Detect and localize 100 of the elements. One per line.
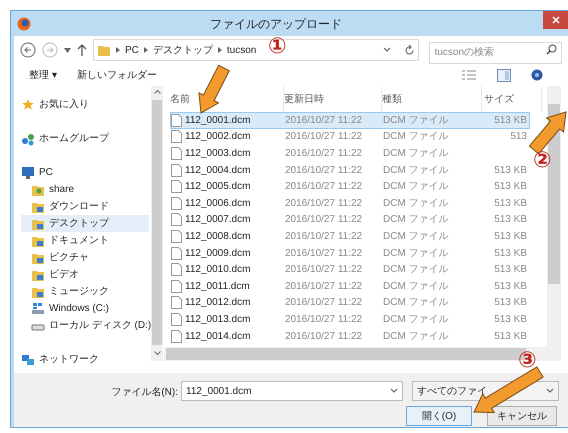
scroll-thumb[interactable] (152, 100, 162, 345)
type-cell-text: DCM ファイル (383, 296, 450, 310)
type-cell-text: DCM ファイル (383, 180, 450, 194)
type-cell-text: DCM ファイル (383, 330, 450, 344)
sidebar-item[interactable]: お気に入り (21, 96, 149, 113)
size-cell-text: 513 KB (493, 330, 527, 344)
file-icon (171, 296, 182, 310)
search-icon (546, 44, 557, 55)
type-cell-text: DCM ファイル (383, 263, 450, 278)
sidebar-item[interactable]: ビデオ (21, 266, 149, 283)
type-cell-text: DCM ファイル (383, 312, 450, 327)
app-icon (17, 16, 31, 30)
file-row[interactable]: 112_0011.dcm 2016/10/27 11:22 DCM ファイル 513 KB (170, 278, 530, 295)
file-icon (171, 263, 182, 276)
pane-icon (497, 68, 511, 82)
size-cell-text: 513 KB (493, 296, 527, 310)
sidebar-item[interactable]: デスクトップ (21, 215, 149, 232)
file-row[interactable]: 112_0006.dcm 2016/10/27 11:22 DCM ファイル 513 KB (170, 194, 530, 212)
chevron-icon (218, 47, 222, 53)
drive-icon (31, 302, 45, 316)
network-icon (21, 352, 35, 366)
file-name: 112_0013.dcm (185, 312, 250, 327)
view-icon (461, 69, 477, 81)
file-name: 112_0006.dcm (185, 196, 250, 211)
file-name: 112_0005.dcm (185, 180, 250, 194)
people-icon (21, 132, 35, 146)
organize-button[interactable]: 整理 ▾ (29, 68, 57, 82)
type-cell-text: DCM ファイル (383, 213, 450, 228)
date-cell-text: 2016/10/27 11:22 (285, 296, 364, 310)
file-icon (171, 196, 182, 210)
file-name: 112_0007.dcm (185, 213, 250, 228)
file-name: 112_0003.dcm (185, 146, 250, 161)
file-row[interactable]: 112_0004.dcm 2016/10/27 11:22 DCM ファイル 513 KB (170, 162, 530, 178)
file-row[interactable]: 112_0005.dcm 2016/10/27 11:22 DCM ファイル 513 KB (170, 178, 530, 195)
date-cell-text: 2016/10/27 11:22 (285, 312, 364, 327)
file-name: 112_0012.dcm (185, 296, 250, 310)
sidebar-item[interactable]: ピクチャ (21, 249, 149, 266)
date-cell-text: 2016/10/27 11:22 (285, 213, 364, 228)
file-row[interactable]: 112_0007.dcm 2016/10/27 11:22 DCM ファイル 513 KB (170, 212, 530, 228)
file-icon (171, 164, 182, 177)
file-row[interactable]: 112_0013.dcm 2016/10/27 11:22 DCM ファイル 513 KB (170, 311, 530, 328)
type-cell-text: DCM ファイル (383, 246, 450, 261)
open-button[interactable]: 開く(O) (406, 406, 472, 426)
file-row[interactable]: 112_0014.dcm 2016/10/27 11:22 DCM ファイル 513 KB (170, 328, 530, 344)
file-row[interactable]: 112_0012.dcm 2016/10/27 11:22 DCM ファイル 513 KB (170, 294, 530, 312)
sidebar-item[interactable]: ホームグループ (21, 130, 149, 147)
date-cell-text: 2016/10/27 11:22 (285, 180, 364, 194)
breadcrumb-item[interactable]: tucson (226, 42, 256, 58)
size-cell-text: 513 KB (493, 114, 527, 128)
size-cell-text: 513 KB (493, 312, 527, 327)
file-row[interactable]: 112_0008.dcm 2016/10/27 11:22 DCM ファイル 513 KB (170, 228, 530, 245)
sidebar-item[interactable]: ミュージック (21, 283, 149, 300)
sidebar-item[interactable]: ダウンロード (21, 198, 149, 215)
breadcrumb-item[interactable]: デスクトップ (152, 42, 213, 58)
search-field[interactable]: tucsonの検索 (428, 42, 562, 64)
star-icon (21, 98, 35, 112)
forward-icon (42, 42, 58, 58)
pointer-arrow (198, 64, 230, 114)
scroll-up-icon (154, 90, 161, 94)
file-row[interactable]: 112_0002.dcm 2016/10/27 11:22 DCM ファイル 513 (170, 128, 530, 146)
sidebar-item[interactable]: Windows (C:) (21, 300, 149, 317)
caret-icon (64, 48, 71, 52)
size-cell-text: 513 KB (493, 164, 527, 178)
sidebar-item[interactable]: PC (21, 164, 149, 181)
file-icon (171, 146, 182, 160)
date-cell-text: 2016/10/27 11:22 (285, 196, 364, 211)
file-icon (171, 114, 182, 127)
cancel-button[interactable]: キャンセル (487, 406, 557, 426)
file-row[interactable]: 112_0003.dcm 2016/10/27 11:22 DCM ファイル (170, 145, 530, 162)
file-row[interactable]: 112_0010.dcm 2016/10/27 11:22 DCM ファイル 513 KB (170, 261, 530, 278)
type-cell-text: DCM ファイル (383, 130, 450, 144)
file-icon (171, 213, 182, 226)
back-icon (20, 42, 36, 58)
filename-label: ファイル名(N): (110, 386, 178, 400)
close-button[interactable] (543, 11, 568, 29)
scroll-down-icon (154, 351, 161, 355)
step-number: ② (533, 150, 552, 172)
sidebar-item[interactable]: ローカル ディスク (D:) (21, 317, 149, 334)
date-cell-text: 2016/10/27 11:22 (285, 230, 364, 244)
breadcrumb-item[interactable]: PC (125, 42, 139, 58)
sidebar-item[interactable]: ネットワーク (21, 351, 149, 368)
file-icon (171, 130, 182, 144)
size-cell-text: 513 KB (493, 280, 527, 294)
date-cell-text: 2016/10/27 11:22 (285, 164, 364, 178)
new-folder-button[interactable]: 新しいフォルダー (76, 68, 157, 82)
file-row[interactable]: 112_0001.dcm 2016/10/27 11:22 DCM ファイル 513 KB (170, 112, 530, 129)
computer-icon (21, 166, 35, 180)
file-name: 112_0009.dcm (185, 246, 250, 261)
filename-field[interactable]: 112_0001.dcm (181, 381, 403, 401)
file-icon (171, 230, 182, 243)
dropdown-icon (390, 388, 398, 394)
sidebar-item[interactable]: ドキュメント (21, 232, 149, 249)
sidebar-item[interactable]: share (21, 181, 149, 198)
size-cell-text: 513 KB (493, 263, 527, 278)
file-icon (171, 312, 182, 326)
file-name: 112_0008.dcm (185, 230, 250, 244)
date-cell-text: 2016/10/27 11:22 (285, 246, 364, 261)
type-cell-text: DCM ファイル (383, 280, 450, 294)
file-name: 112_0011.dcm (185, 280, 250, 294)
file-row[interactable]: 112_0009.dcm 2016/10/27 11:22 DCM ファイル 513 KB (170, 244, 530, 262)
